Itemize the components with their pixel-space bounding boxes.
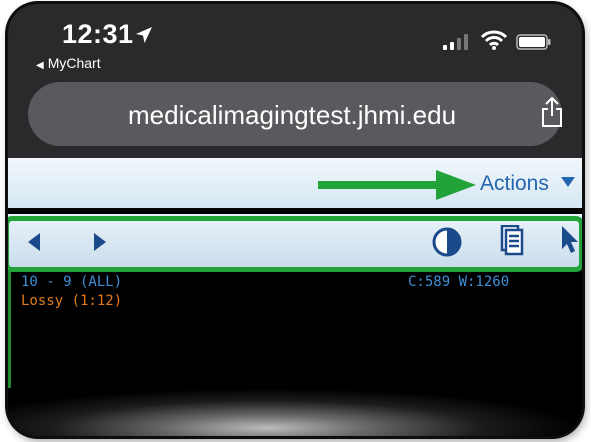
chevron-down-icon[interactable]: [561, 177, 575, 187]
viewer-page: Actions 10 - 9 (ALL) Lossy (1:12) C:589 …: [8, 158, 582, 436]
back-app-label: MyChart: [47, 55, 101, 71]
medical-image[interactable]: [8, 388, 582, 436]
compression-label: Lossy (1:12): [21, 293, 123, 309]
toolbar-highlight-box: [8, 216, 582, 272]
phone-frame: 12:31 ◀ MyChart medicalimagingtest.jhmi.e…: [8, 4, 582, 436]
status-bar: 12:31 ◀ MyChart: [8, 4, 582, 74]
battery-icon: [516, 34, 551, 50]
share-icon[interactable]: [540, 96, 564, 128]
cellular-signal-icon: [443, 34, 468, 50]
left-border-accent: [8, 269, 11, 389]
actions-menu-button[interactable]: Actions: [480, 172, 549, 196]
back-arrow-icon: ◀: [36, 60, 44, 71]
address-bar[interactable]: medicalimagingtest.jhmi.edu: [28, 82, 562, 146]
url-text: medicalimagingtest.jhmi.edu: [128, 100, 457, 130]
annotation-arrow-icon: [318, 170, 476, 200]
status-time: 12:31: [62, 19, 134, 49]
actions-bar: Actions: [8, 158, 582, 208]
wifi-icon: [481, 30, 507, 50]
location-arrow-icon: [136, 27, 152, 43]
window-level-label: C:589 W:1260: [408, 274, 510, 290]
back-to-app-link[interactable]: ◀ MyChart: [36, 55, 101, 71]
series-label: 10 - 9 (ALL): [21, 274, 123, 290]
